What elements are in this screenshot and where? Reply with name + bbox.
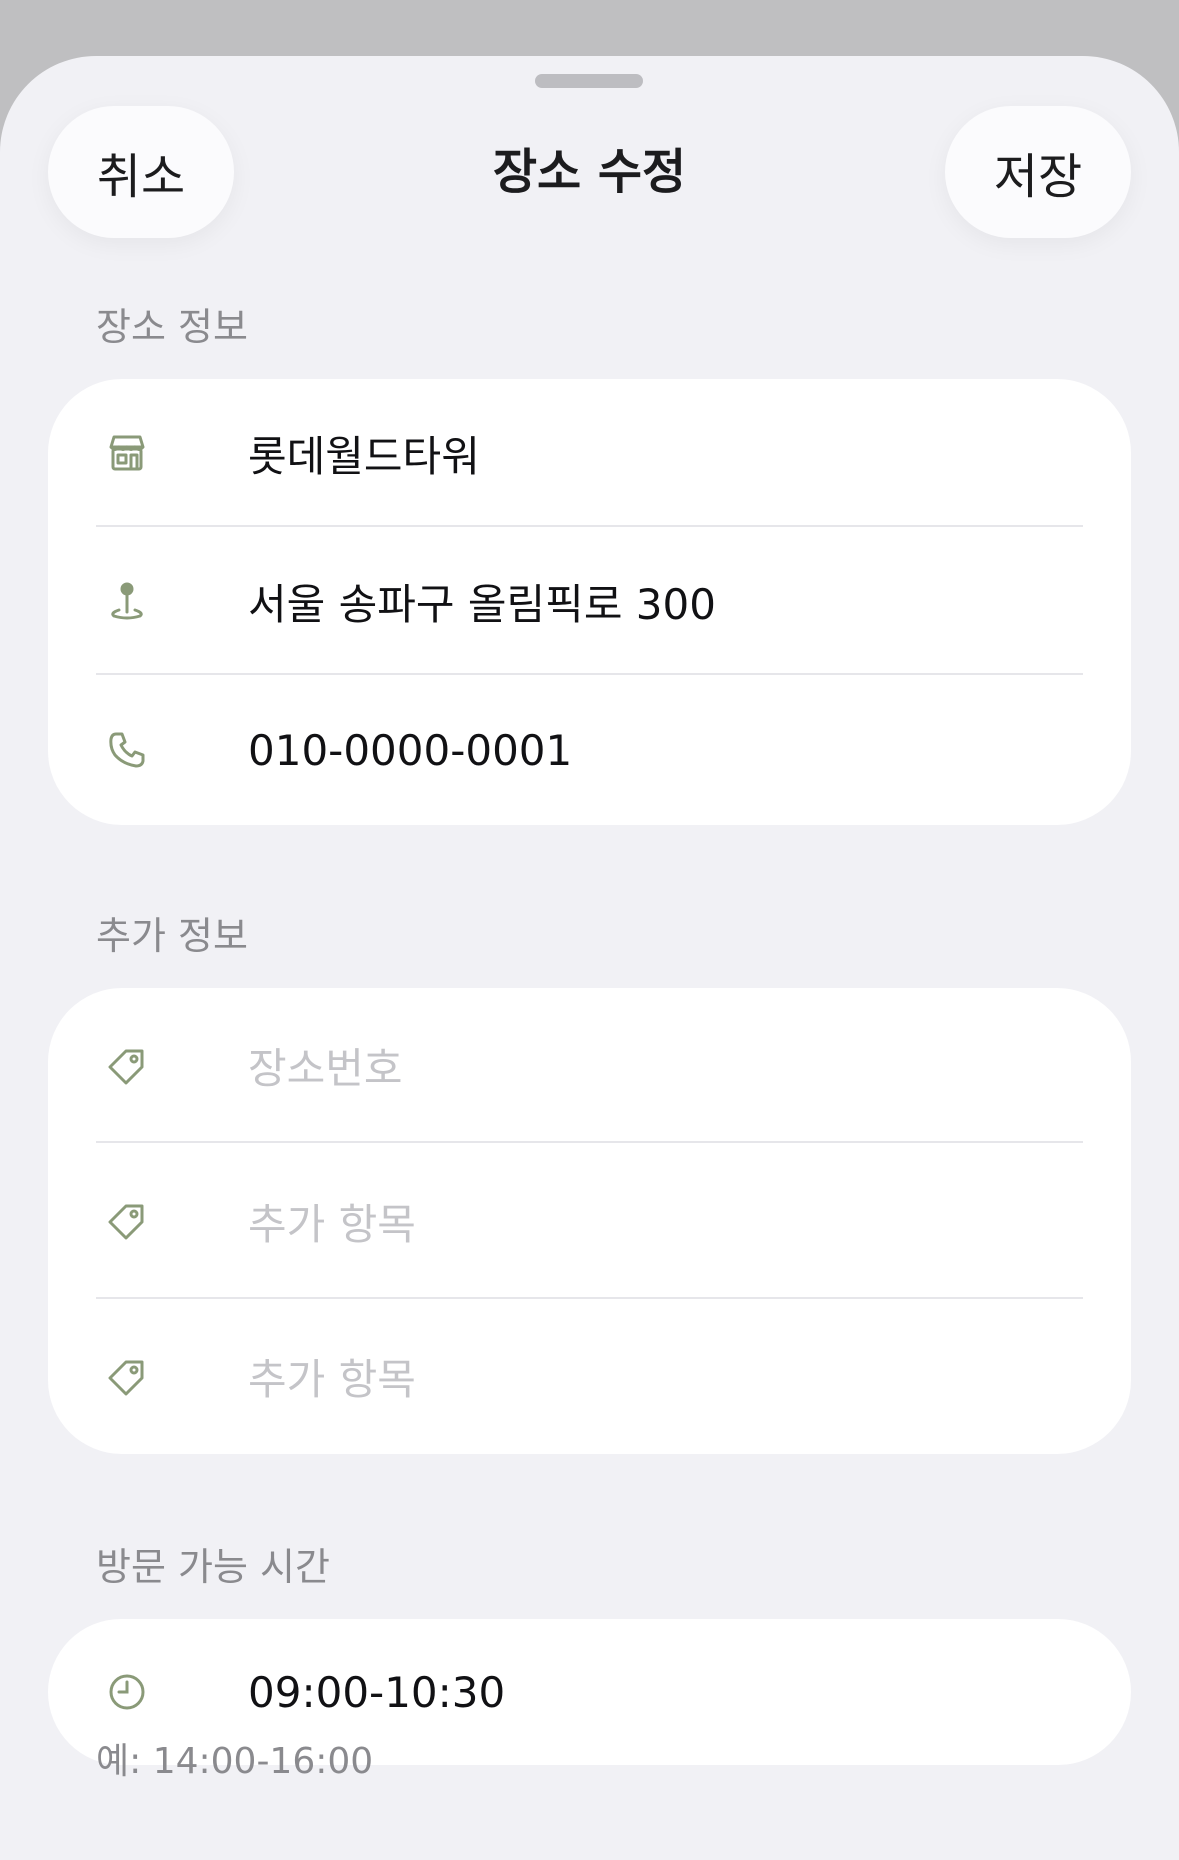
- extra-field-row[interactable]: 장소번호: [48, 988, 1131, 1143]
- phone-icon: [104, 727, 150, 773]
- section-title-place-info: 장소 정보: [96, 305, 248, 349]
- place-phone-value[interactable]: 010-0000-0001: [248, 726, 572, 775]
- extra-info-card: 장소번호 추가 항목 추가 항목: [48, 988, 1131, 1454]
- extra-item-input-1[interactable]: 추가 항목: [248, 1191, 416, 1252]
- place-number-input[interactable]: 장소번호: [248, 1035, 403, 1096]
- section-title-extra-info: 추가 정보: [96, 914, 248, 958]
- extra-item-input-2[interactable]: 추가 항목: [248, 1346, 416, 1407]
- extra-field-row[interactable]: 추가 항목: [48, 1143, 1131, 1299]
- section-title-visit-time: 방문 가능 시간: [96, 1545, 330, 1589]
- place-info-card: 롯데월드타워 서울 송파구 올림픽로 300 010-0000-0001: [48, 379, 1131, 825]
- clock-icon: [104, 1669, 150, 1715]
- edit-place-sheet: 취소 장소 수정 저장 장소 정보 롯데월드타워 서울 송파구 올림픽로 300…: [0, 56, 1179, 1860]
- place-phone-row[interactable]: 010-0000-0001: [48, 675, 1131, 825]
- visit-time-input[interactable]: 09:00-10:30: [248, 1668, 505, 1717]
- tag-icon: [104, 1198, 150, 1244]
- place-name-row[interactable]: 롯데월드타워: [48, 379, 1131, 527]
- tag-icon: [104, 1354, 150, 1400]
- visit-time-hint: 예: 14:00-16:00: [96, 1741, 374, 1782]
- extra-field-row[interactable]: 추가 항목: [48, 1299, 1131, 1454]
- cancel-button[interactable]: 취소: [48, 106, 234, 238]
- save-button[interactable]: 저장: [945, 106, 1131, 238]
- map-pin-icon: [104, 578, 150, 624]
- place-address-row[interactable]: 서울 송파구 올림픽로 300: [48, 527, 1131, 675]
- store-icon: [104, 430, 150, 476]
- sheet-grabber[interactable]: [535, 74, 643, 88]
- place-address-value[interactable]: 서울 송파구 올림픽로 300: [248, 571, 716, 632]
- place-name-value[interactable]: 롯데월드타워: [248, 423, 480, 484]
- tag-icon: [104, 1043, 150, 1089]
